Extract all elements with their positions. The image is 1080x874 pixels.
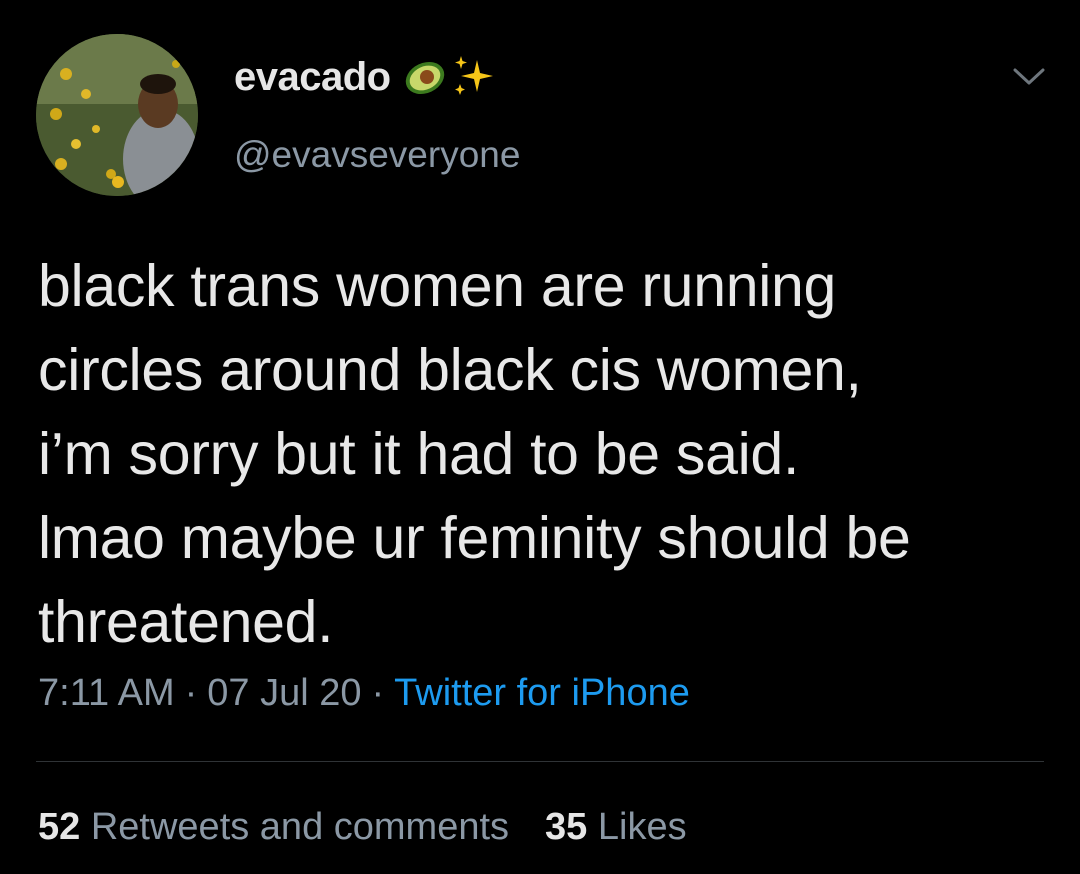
tweet-text-line: black trans women are running <box>38 253 837 319</box>
display-name-text: evacado <box>234 54 391 99</box>
avatar-photo <box>36 34 198 196</box>
tweet-metadata: 7:11 AM · 07 Jul 20 · Twitter for iPhone <box>38 672 690 715</box>
retweets-stat[interactable]: 52 Retweets and comments <box>38 806 509 848</box>
meta-separator: · <box>371 672 385 714</box>
meta-separator: · <box>184 672 198 714</box>
likes-count: 35 <box>545 806 588 848</box>
tweet-text-line: threatened. <box>38 589 334 655</box>
divider <box>36 761 1044 762</box>
tweet-text-line: lmao maybe ur feminity should be <box>38 505 911 571</box>
author-display-name[interactable]: evacado <box>234 54 497 100</box>
sparkles-icon <box>454 56 493 95</box>
tweet-stats: 52 Retweets and comments 35 Likes <box>38 806 687 849</box>
tweet-text-line: circles around black cis women, <box>38 337 862 403</box>
name-emojis <box>403 54 497 100</box>
author-handle[interactable]: @evavseveryone <box>234 134 520 176</box>
avatar[interactable] <box>36 34 198 196</box>
likes-stat[interactable]: 35 Likes <box>545 806 687 848</box>
chevron-down-icon[interactable] <box>1012 66 1046 88</box>
likes-label: Likes <box>597 806 687 848</box>
retweets-count: 52 <box>38 806 81 848</box>
tweet-text: black trans women are running circles ar… <box>38 244 1048 664</box>
tweet-text-line: i’m sorry but it had to be said. <box>38 421 800 487</box>
tweet-detail: evacado @evavseveryone black trans women… <box>0 0 1080 874</box>
avocado-icon <box>405 61 444 95</box>
tweet-source-link[interactable]: Twitter for iPhone <box>394 672 690 714</box>
tweet-time: 7:11 AM <box>38 672 175 714</box>
tweet-date: 07 Jul 20 <box>207 672 362 714</box>
retweets-label: Retweets and comments <box>90 806 510 848</box>
